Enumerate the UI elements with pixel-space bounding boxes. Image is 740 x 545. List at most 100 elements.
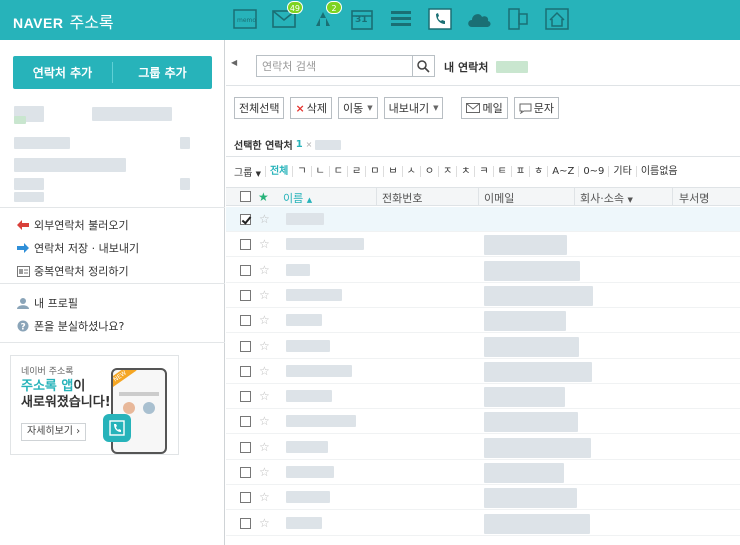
table-row[interactable]: ☆ bbox=[226, 384, 740, 410]
collapse-sidebar-icon[interactable]: ◀ bbox=[231, 58, 237, 67]
lost-phone-link[interactable]: ? 폰을 분실하셨나요? bbox=[16, 318, 124, 334]
row-checkbox[interactable] bbox=[240, 239, 251, 251]
row-checkbox[interactable] bbox=[240, 467, 251, 478]
group-item-blurred[interactable] bbox=[14, 158, 126, 172]
row-checkbox[interactable] bbox=[240, 441, 251, 453]
index-group-selector[interactable]: 그룹 ▼ bbox=[234, 164, 261, 179]
row-checkbox[interactable] bbox=[240, 492, 251, 504]
group-item-blurred[interactable] bbox=[14, 192, 44, 202]
row-checkbox[interactable] bbox=[240, 416, 251, 428]
contacts-icon[interactable] bbox=[427, 6, 453, 32]
index-filter-item[interactable]: ㅎ bbox=[529, 166, 547, 177]
home-icon[interactable] bbox=[544, 6, 570, 32]
index-filter-item[interactable]: ㅊ bbox=[456, 166, 474, 177]
table-row[interactable]: ☆ bbox=[226, 334, 740, 359]
clear-selection-icon[interactable]: × bbox=[306, 140, 313, 149]
table-row[interactable]: ☆ bbox=[226, 511, 740, 536]
export-contacts-link[interactable]: 연락처 저장 · 내보내기 bbox=[16, 240, 139, 256]
search-button[interactable] bbox=[412, 56, 434, 76]
favorite-star-icon[interactable]: ☆ bbox=[259, 213, 270, 225]
group-item-blurred[interactable] bbox=[14, 178, 44, 190]
row-checkbox[interactable] bbox=[240, 264, 251, 276]
duplicate-contacts-link[interactable]: 중복연락처 정리하기 bbox=[16, 263, 129, 279]
search-input[interactable] bbox=[257, 56, 412, 76]
memo-icon[interactable]: memo bbox=[232, 6, 258, 32]
table-row[interactable]: ☆ bbox=[226, 308, 740, 334]
table-row[interactable]: ☆ bbox=[226, 207, 740, 232]
column-email[interactable]: 이메일 bbox=[484, 190, 514, 206]
index-filter-item[interactable]: ㅈ bbox=[438, 166, 456, 177]
index-filter-item[interactable]: ㄷ bbox=[328, 166, 347, 177]
move-button[interactable]: 이동 ▼ bbox=[337, 97, 378, 119]
table-row[interactable]: ☆ bbox=[226, 232, 740, 258]
table-row[interactable]: ☆ bbox=[226, 258, 740, 283]
column-phone[interactable]: 전화번호 bbox=[382, 190, 422, 206]
index-filter-item[interactable]: 0~9 bbox=[578, 166, 608, 177]
row-checkbox[interactable] bbox=[240, 391, 251, 403]
index-filter-item[interactable]: ㄴ bbox=[310, 166, 329, 177]
mail-icon[interactable]: 49 bbox=[271, 1, 303, 32]
index-filter-item[interactable]: ㅂ bbox=[383, 166, 401, 177]
delete-button[interactable]: × 삭제 bbox=[290, 97, 332, 119]
my-profile-link[interactable]: 내 프로필 bbox=[16, 295, 78, 311]
row-checkbox[interactable] bbox=[240, 289, 251, 301]
favorite-star-icon[interactable]: ☆ bbox=[259, 466, 270, 478]
favorite-star-icon[interactable]: ☆ bbox=[259, 517, 270, 529]
group-item-blurred[interactable] bbox=[14, 137, 70, 149]
cloud-icon[interactable] bbox=[466, 6, 492, 32]
index-filter-item[interactable]: ㅌ bbox=[492, 166, 511, 177]
column-name[interactable]: 이름 ▲ bbox=[283, 190, 312, 206]
index-filter-item[interactable]: 전체 bbox=[264, 166, 292, 177]
table-row[interactable]: ☆ bbox=[226, 409, 740, 435]
favorite-star-icon[interactable]: ★ bbox=[258, 191, 269, 203]
promo-more-button[interactable]: 자세히보기 › bbox=[21, 423, 87, 441]
table-row[interactable]: ☆ bbox=[226, 435, 740, 460]
index-filter-item[interactable]: ㄱ bbox=[292, 166, 310, 177]
index-filter-item[interactable]: ㅅ bbox=[401, 166, 420, 177]
column-company[interactable]: 회사·소속 ▼ bbox=[580, 190, 633, 206]
index-filter-item[interactable]: A~Z bbox=[547, 166, 578, 177]
row-checkbox[interactable] bbox=[240, 340, 251, 352]
add-contact-button[interactable]: 연락처 추가 bbox=[13, 56, 112, 89]
table-row[interactable]: ☆ bbox=[226, 283, 740, 308]
row-checkbox[interactable] bbox=[240, 214, 251, 225]
table-row[interactable]: ☆ bbox=[226, 359, 740, 384]
index-filter-item[interactable]: ㅁ bbox=[365, 166, 383, 177]
favorite-star-icon[interactable]: ☆ bbox=[259, 264, 270, 276]
table-row[interactable]: ☆ bbox=[226, 460, 740, 485]
row-checkbox[interactable] bbox=[240, 365, 251, 377]
favorite-star-icon[interactable]: ☆ bbox=[259, 415, 270, 427]
group-item-blurred[interactable] bbox=[92, 107, 172, 121]
index-filter-item[interactable]: ㅇ bbox=[419, 166, 438, 177]
row-checkbox[interactable] bbox=[240, 315, 251, 327]
favorite-star-icon[interactable]: ☆ bbox=[259, 289, 270, 301]
index-filter-item[interactable]: ㄹ bbox=[347, 166, 365, 177]
index-filter-item[interactable]: 이름없음 bbox=[635, 166, 682, 177]
index-filter-item[interactable]: ㅋ bbox=[474, 166, 492, 177]
calendar-icon[interactable]: 31 bbox=[349, 6, 375, 32]
favorite-star-icon[interactable]: ☆ bbox=[259, 441, 270, 453]
mail-button[interactable]: 메일 bbox=[461, 97, 508, 119]
brand-logo[interactable]: NAVER 주소록 bbox=[13, 9, 114, 33]
import-contacts-link[interactable]: 외부연락처 불러오기 bbox=[16, 217, 129, 233]
index-filter-item[interactable]: ㅍ bbox=[510, 166, 529, 177]
favorite-star-icon[interactable]: ☆ bbox=[259, 365, 270, 377]
sms-button[interactable]: 문자 bbox=[513, 97, 559, 119]
favorite-star-icon[interactable]: ☆ bbox=[259, 314, 270, 326]
table-row[interactable]: ☆ bbox=[226, 485, 740, 511]
office-icon[interactable] bbox=[505, 6, 531, 32]
select-all-button[interactable]: 전체선택 bbox=[234, 97, 285, 119]
cafe-icon[interactable]: 2 bbox=[310, 1, 342, 32]
favorite-star-icon[interactable]: ☆ bbox=[259, 491, 270, 503]
row-checkbox[interactable] bbox=[240, 517, 251, 529]
favorite-star-icon[interactable]: ☆ bbox=[259, 340, 270, 352]
app-promo-banner[interactable]: 네이버 주소록 주소록 앱이 새로워졌습니다! 자세히보기 › NEW bbox=[10, 355, 179, 455]
favorite-star-icon[interactable]: ☆ bbox=[259, 390, 270, 402]
column-dept[interactable]: 부서명 bbox=[679, 190, 709, 206]
select-all-checkbox[interactable] bbox=[240, 191, 251, 202]
favorite-star-icon[interactable]: ☆ bbox=[259, 238, 270, 250]
list-icon[interactable] bbox=[388, 6, 414, 32]
export-button[interactable]: 내보내기 ▼ bbox=[383, 97, 444, 119]
index-filter-item[interactable]: 기타 bbox=[608, 166, 635, 177]
add-group-button[interactable]: 그룹 추가 bbox=[113, 56, 212, 89]
